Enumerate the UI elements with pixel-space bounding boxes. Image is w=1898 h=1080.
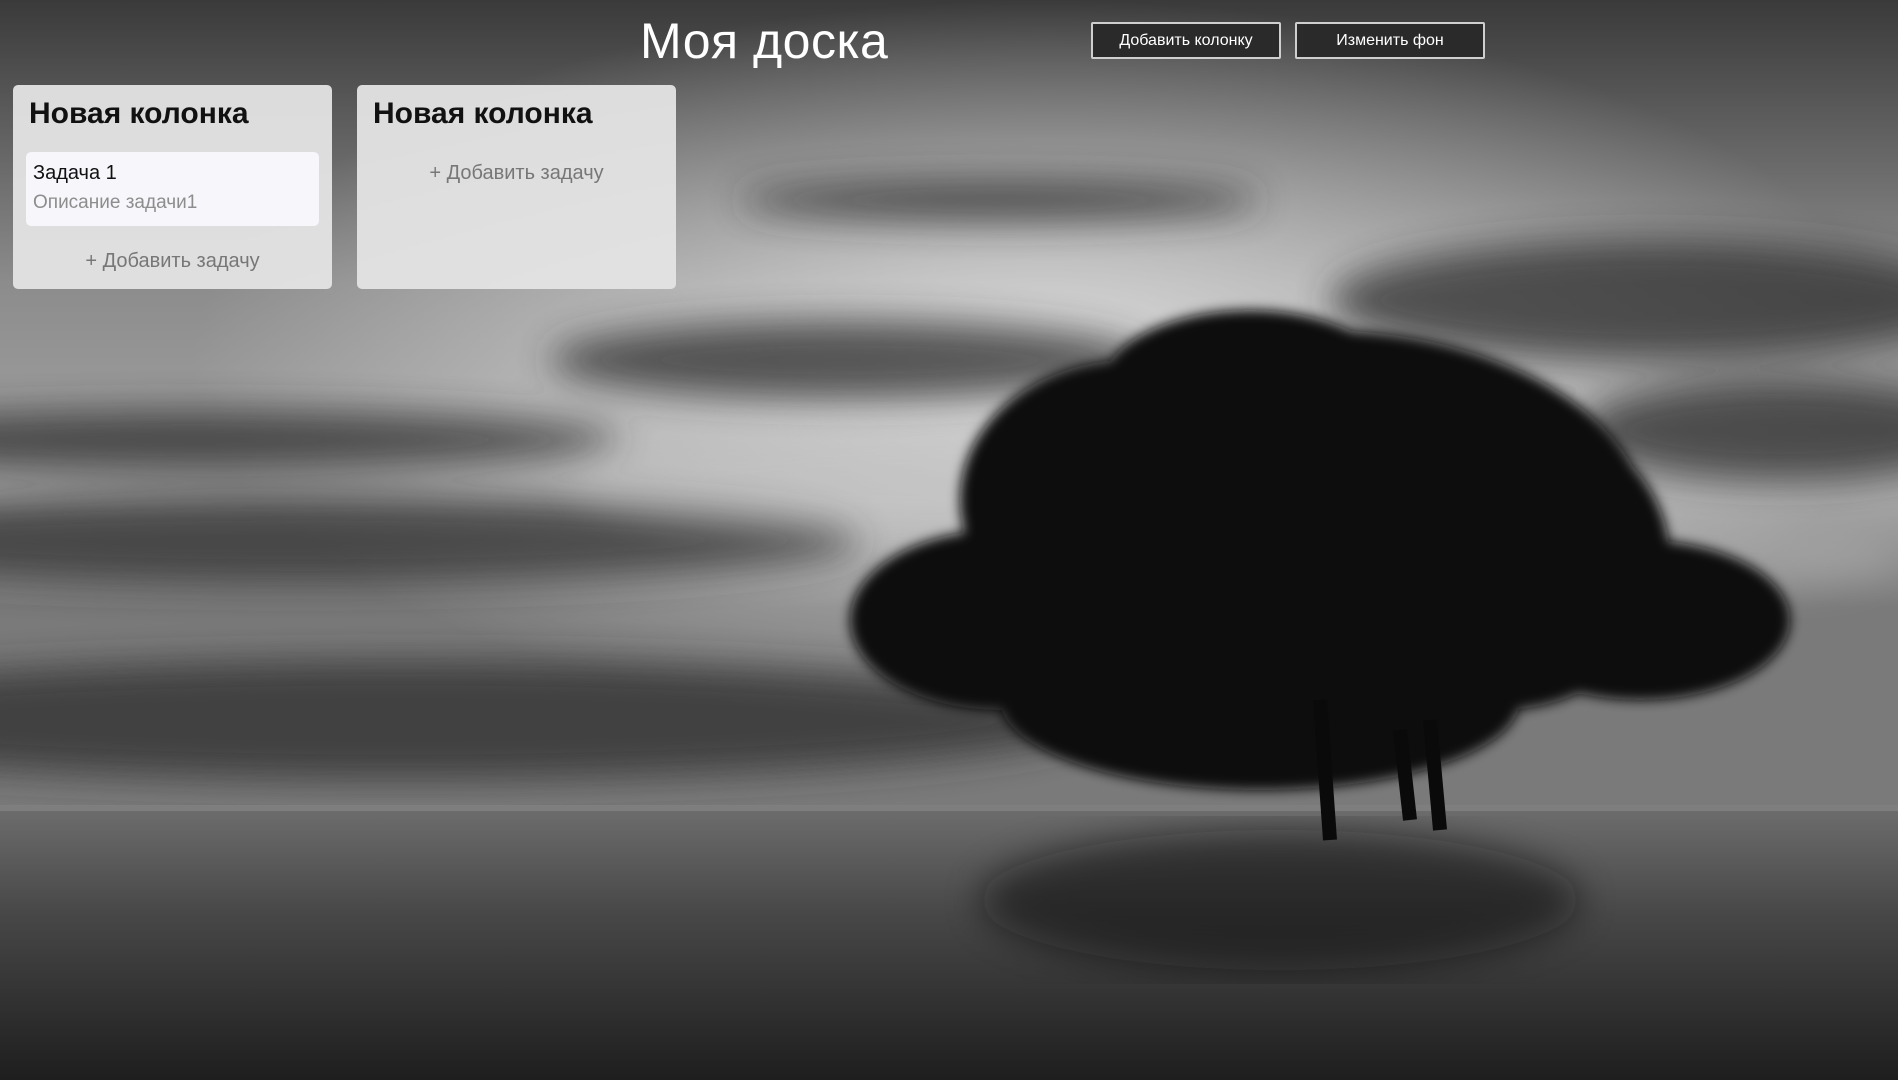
add-column-button[interactable]: Добавить колонку xyxy=(1091,22,1281,59)
column-title[interactable]: Новая колонка xyxy=(29,97,249,131)
task-card[interactable]: Задача 1 Описание задачи1 xyxy=(26,152,319,226)
add-task-button[interactable]: + Добавить задачу xyxy=(357,162,676,185)
column-title[interactable]: Новая колонка xyxy=(373,97,593,131)
add-task-button[interactable]: + Добавить задачу xyxy=(13,250,332,273)
board-column: Новая колонка + Добавить задачу xyxy=(357,85,676,289)
task-description: Описание задачи1 xyxy=(33,192,198,213)
change-background-button[interactable]: Изменить фон xyxy=(1295,22,1485,59)
board-title: Моя доска xyxy=(640,13,889,69)
board-column: Новая колонка Задача 1 Описание задачи1 … xyxy=(13,85,332,289)
task-title: Задача 1 xyxy=(33,162,117,184)
